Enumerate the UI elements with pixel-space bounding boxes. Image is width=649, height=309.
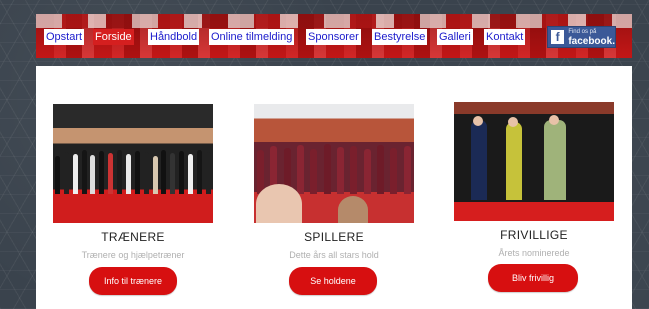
players-photo[interactable] [254, 104, 414, 223]
card-subtitle-frivillige: Årets nominerede [498, 248, 570, 258]
content-area: TRÆNERE Trænere og hjælpetræner Info til… [36, 66, 632, 309]
volunteer-figure-1 [471, 120, 487, 200]
volunteers-photo[interactable] [454, 102, 614, 221]
se-holdene-button[interactable]: Se holdene [289, 267, 377, 295]
facebook-text: Find os på facebook. [568, 28, 615, 47]
nav-item-handbold[interactable]: Håndbold [148, 29, 200, 45]
nav-item-opstart[interactable]: Opstart [44, 29, 85, 45]
trainers-photo-people [53, 149, 213, 194]
nav-item-galleri[interactable]: Galleri [437, 29, 473, 45]
facebook-wordmark: facebook. [568, 36, 615, 47]
spectator-head [338, 196, 368, 223]
volunteer-figure-3 [544, 120, 566, 200]
nav-item-forside[interactable]: Forside [93, 29, 134, 45]
nav-item-kontakt[interactable]: Kontakt [484, 29, 526, 45]
spectator-foreground [256, 184, 302, 223]
volunteer-figure-2 [506, 122, 522, 200]
trainers-photo[interactable] [53, 104, 213, 223]
card-title-traenere: TRÆNERE [101, 230, 165, 244]
nav-item-bestyrelse[interactable]: Bestyrelse [372, 29, 428, 45]
nav-item-online-tilmelding[interactable]: Online tilmelding [209, 29, 295, 45]
bliv-frivillig-button[interactable]: Bliv frivillig [488, 264, 578, 292]
card-subtitle-spillere: Dette års all stars hold [289, 250, 379, 260]
header-photo-strip [36, 14, 632, 28]
card-title-spillere: SPILLERE [304, 230, 364, 244]
card-subtitle-traenere: Trænere og hjælpetræner [81, 250, 185, 260]
nav-item-sponsorer[interactable]: Sponsorer [306, 29, 361, 45]
facebook-link-button[interactable]: f Find os på facebook. [547, 26, 616, 48]
facebook-small-text: Find os på [568, 29, 597, 35]
facebook-icon: f [551, 30, 565, 44]
info-til-traenere-button[interactable]: Info til trænere [89, 267, 177, 295]
card-title-frivillige: FRIVILLIGE [500, 228, 568, 242]
